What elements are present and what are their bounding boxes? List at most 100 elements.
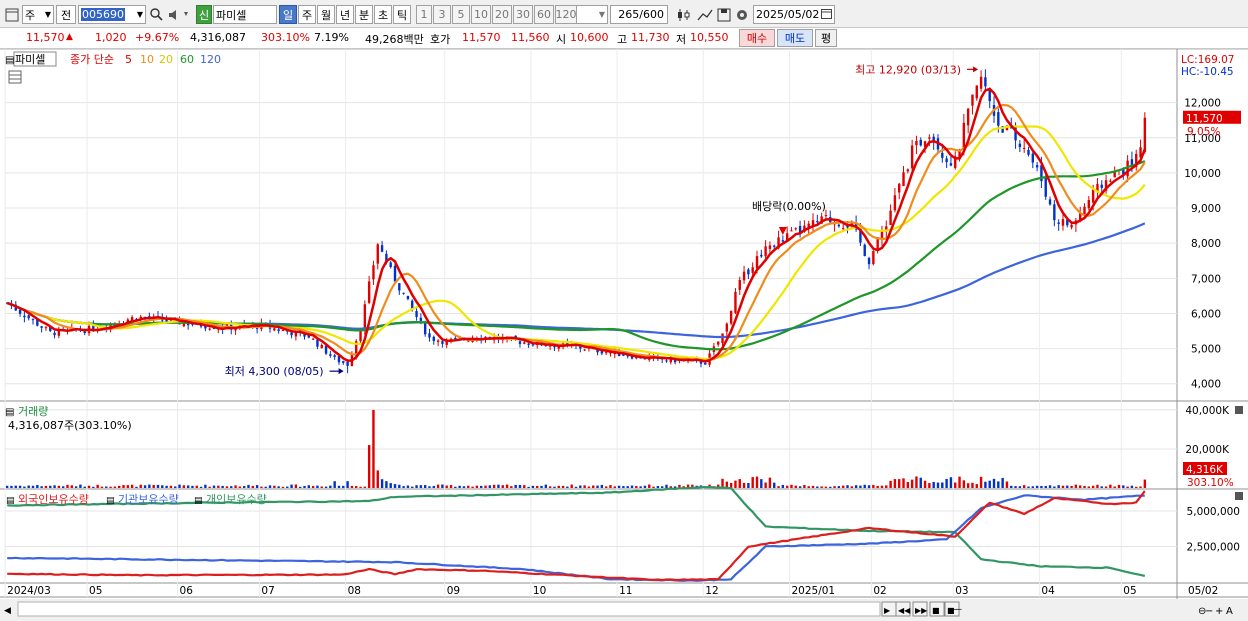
code-input[interactable]: 005690 ▼	[78, 5, 146, 24]
volume-bar	[156, 484, 160, 488]
minute-button-1[interactable]: 1	[416, 5, 432, 24]
minute-button-5[interactable]: 5	[452, 5, 470, 24]
ma-legend-60: 60	[180, 53, 194, 66]
period-button-1[interactable]: 주	[298, 5, 316, 24]
scrollbar[interactable]	[17, 601, 881, 617]
grid-toggle-icon[interactable]	[8, 70, 22, 84]
save-icon[interactable]	[715, 5, 733, 24]
volume-bar	[523, 485, 526, 488]
date-field[interactable]: 2025/05/02	[753, 5, 835, 24]
volume-bar	[311, 486, 315, 488]
volume-bar	[307, 485, 311, 488]
candle-type-icon[interactable]	[674, 5, 694, 24]
volume-last-pct: 303.10%	[1187, 477, 1234, 489]
volume-bar	[484, 485, 487, 488]
candle-body	[734, 291, 737, 313]
volume-bar	[941, 482, 944, 488]
volume-bar	[811, 485, 815, 488]
window-icon[interactable]	[4, 5, 20, 24]
candle-body	[863, 244, 866, 257]
minute-button-30[interactable]: 30	[513, 5, 533, 24]
volume-bar	[785, 485, 789, 488]
volume-bar	[105, 486, 108, 488]
volume-bar	[1066, 485, 1069, 488]
period-button-5[interactable]: 초	[374, 5, 392, 24]
gear-icon[interactable]	[733, 5, 751, 24]
volume-bar	[936, 482, 940, 488]
period-button-6[interactable]: 틱	[393, 5, 411, 24]
volume-bar	[1091, 485, 1095, 488]
volume-bar	[436, 484, 440, 488]
panel-close-icon[interactable]	[1235, 406, 1243, 414]
volume-bar	[755, 476, 759, 488]
low-label: 저	[676, 33, 687, 46]
volume-bar	[376, 470, 379, 488]
panel-close-icon[interactable]	[1235, 492, 1243, 500]
candle-body	[902, 172, 905, 186]
volume-bar	[122, 485, 125, 488]
x-tick-label: 2025/01	[791, 585, 835, 597]
minute-button-10[interactable]: 10	[471, 5, 491, 24]
new-badge: 신	[196, 5, 212, 24]
candle-body	[841, 227, 845, 229]
volume-bar	[988, 480, 991, 488]
chevron-down-icon[interactable]: ▼	[137, 10, 143, 19]
period-button-2[interactable]: 월	[317, 5, 335, 24]
calendar-icon[interactable]	[821, 8, 832, 22]
volume-bar	[1079, 485, 1082, 488]
minute-button-20[interactable]: 20	[492, 5, 512, 24]
minute-button-120[interactable]: 120	[555, 5, 577, 24]
period-button-0[interactable]: 일	[279, 5, 297, 24]
volume-bar	[854, 485, 858, 488]
candle-body	[928, 137, 931, 139]
bid-label: 호가	[430, 33, 451, 46]
period-button-3[interactable]: 년	[336, 5, 354, 24]
trend-line-icon[interactable]	[696, 5, 714, 24]
volume-bar	[199, 486, 203, 488]
dividend-annotation: 배당락(0.00%)	[752, 200, 826, 213]
period-button-4[interactable]: 분	[355, 5, 373, 24]
volume-bar	[966, 483, 970, 488]
volume-bar	[152, 484, 155, 488]
volume-bar	[945, 478, 948, 488]
volume-value: 4,316,087	[190, 31, 246, 44]
minute-button-60[interactable]: 60	[534, 5, 554, 24]
volume-bar	[1027, 486, 1030, 488]
candle-body	[320, 344, 323, 349]
volume-bar	[531, 485, 535, 488]
chart-area[interactable]: 4,0005,0006,0007,0008,0009,00010,00011,0…	[0, 49, 1248, 621]
volume-bar	[402, 486, 405, 488]
holding-tick-label: 2,500,000	[1187, 542, 1240, 554]
x-tick-label: 04	[1041, 585, 1055, 597]
buy-button[interactable]: 매수	[739, 29, 775, 47]
stock-name-field[interactable]: 파미셀	[213, 5, 277, 24]
low-price: 10,550	[690, 31, 729, 44]
volume-bar	[902, 478, 905, 488]
volume-bar	[803, 485, 806, 488]
volume-bar	[5, 485, 9, 488]
x-tick-label: 11	[619, 585, 632, 597]
candle-body	[83, 331, 86, 334]
volume-bar	[316, 485, 319, 488]
holding-legend-1: 기관보유수량	[118, 493, 179, 506]
eval-button[interactable]: 평	[815, 29, 837, 47]
candle-body	[398, 283, 401, 291]
volume-bar	[393, 484, 397, 488]
speaker-icon[interactable]	[166, 5, 192, 24]
market-select[interactable]: 주 ▼	[22, 5, 54, 24]
volume-bar	[87, 485, 91, 488]
candle-body	[1061, 219, 1065, 226]
bid-price: 11,560	[511, 31, 550, 44]
candle-body	[18, 309, 22, 314]
volume-bar	[135, 486, 138, 488]
count-field[interactable]: 265/600	[610, 5, 668, 24]
ma-legend-5: 5	[125, 53, 132, 66]
minute-button-3[interactable]: 3	[433, 5, 451, 24]
candle-body	[372, 265, 375, 280]
volume-bar	[49, 485, 52, 488]
sell-button[interactable]: 매도	[777, 29, 813, 47]
volume-bar	[816, 486, 819, 488]
search-icon[interactable]	[148, 5, 164, 24]
scroll-left-icon: ◀	[4, 606, 11, 616]
period-prefix[interactable]: 전	[56, 5, 76, 24]
